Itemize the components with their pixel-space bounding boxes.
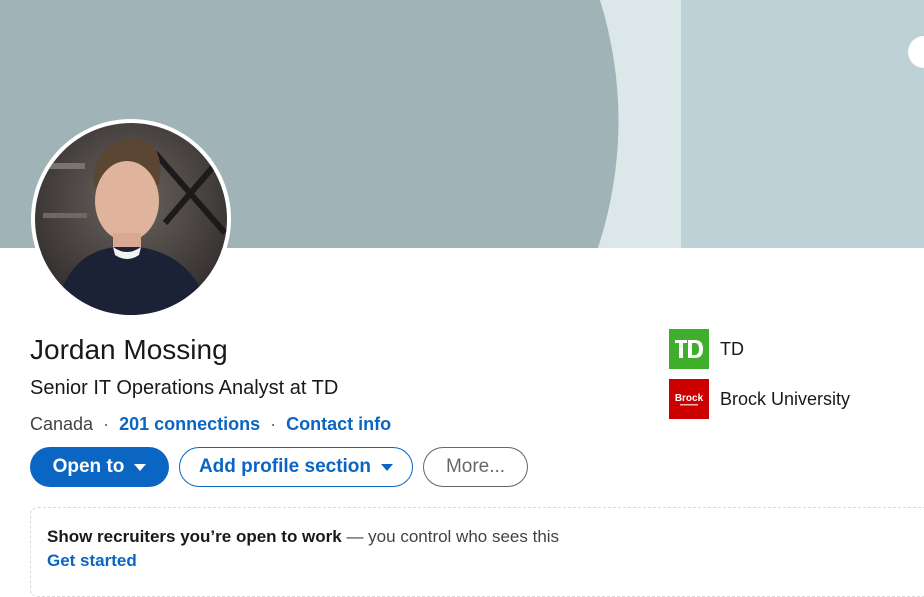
- brock-logo-mark: Brock: [675, 393, 704, 406]
- add-profile-section-label: Add profile section: [198, 456, 372, 477]
- meta-separator: ·: [270, 414, 277, 434]
- brock-logo-icon: Brock: [669, 379, 709, 419]
- profile-photo: [35, 123, 227, 315]
- profile-avatar[interactable]: [31, 119, 231, 319]
- get-started-link[interactable]: Get started: [47, 549, 137, 573]
- more-button[interactable]: More...: [423, 447, 528, 487]
- connections-link[interactable]: 201 connections: [119, 410, 260, 438]
- org-name: TD: [720, 338, 744, 359]
- td-logo-mark: [675, 340, 703, 358]
- education-item-brock[interactable]: Brock Brock University: [669, 379, 850, 419]
- caret-down-icon: [134, 463, 147, 471]
- contact-info-link[interactable]: Contact info: [286, 410, 391, 438]
- caret-down-icon: [381, 463, 394, 471]
- open-to-work-bold: Show recruiters you’re open to work: [47, 527, 342, 546]
- td-logo-icon: [669, 329, 709, 369]
- open-to-label: Open to: [52, 456, 125, 477]
- profile-meta-row: Canada · 201 connections · Contact info: [30, 410, 391, 438]
- more-label: More...: [445, 456, 506, 477]
- add-profile-section-button[interactable]: Add profile section: [179, 447, 413, 487]
- open-to-button[interactable]: Open to: [30, 447, 169, 487]
- meta-separator: ·: [103, 414, 110, 434]
- open-to-work-text: Show recruiters you’re open to work — yo…: [47, 525, 559, 549]
- open-to-work-rest: — you control who sees this: [341, 527, 560, 546]
- profile-headline: Senior IT Operations Analyst at TD: [30, 377, 339, 399]
- open-to-work-card: [30, 507, 924, 597]
- experience-item-td[interactable]: TD: [669, 329, 744, 369]
- profile-name: Jordan Mossing: [30, 334, 228, 365]
- profile-location: Canada: [30, 414, 94, 434]
- org-name: Brock University: [720, 388, 851, 409]
- brock-logo-text: Brock: [675, 393, 704, 404]
